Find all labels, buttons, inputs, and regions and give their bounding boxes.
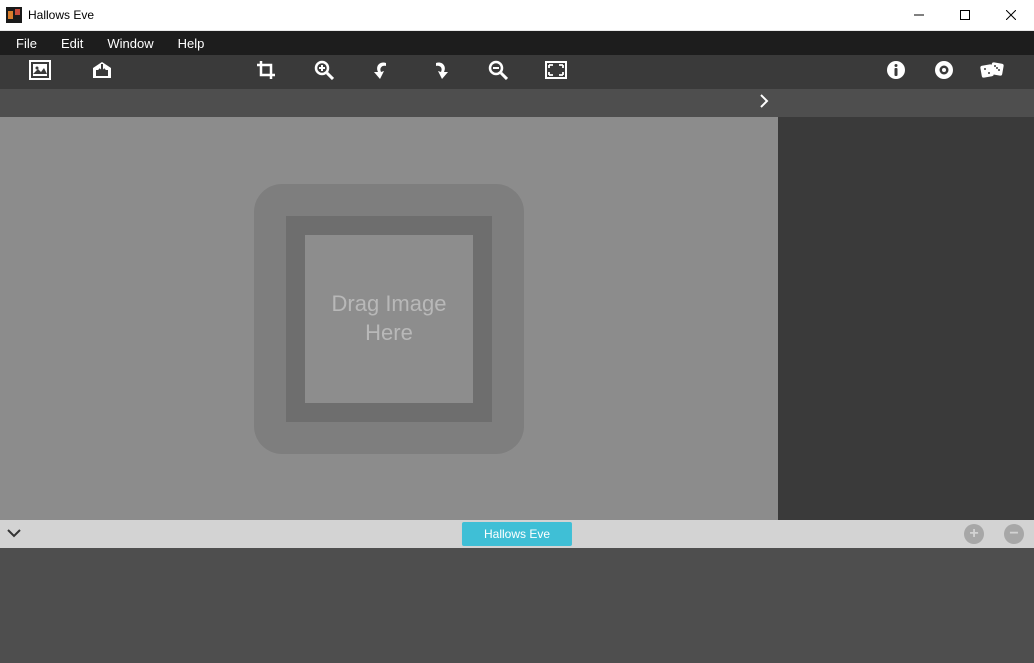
target-button[interactable]: [920, 55, 968, 89]
footer-plus-button[interactable]: +: [964, 524, 984, 544]
zoom-in-icon: [314, 60, 334, 85]
side-panel: [778, 117, 1034, 520]
theme-chip-label: Hallows Eve: [484, 527, 550, 541]
redo-button[interactable]: [418, 55, 462, 89]
drop-frame: Drag Image Here: [286, 216, 492, 422]
undo-icon: [372, 60, 392, 85]
zoom-out-button[interactable]: [476, 55, 520, 89]
canvas[interactable]: Drag Image Here: [0, 117, 778, 520]
redo-icon: [430, 60, 450, 85]
window-controls: [896, 0, 1034, 30]
menu-edit[interactable]: Edit: [49, 33, 95, 54]
info-icon: [886, 60, 906, 85]
zoom-out-icon: [488, 60, 508, 85]
drop-text: Drag Image Here: [332, 290, 447, 347]
footer-zoom-controls: + −: [964, 524, 1024, 544]
toolbar: [0, 55, 1034, 89]
fit-screen-button[interactable]: [534, 55, 578, 89]
menu-window[interactable]: Window: [95, 33, 165, 54]
minus-icon: −: [1009, 526, 1018, 542]
footer-collapse-button[interactable]: [0, 525, 28, 543]
dice-icon: [980, 60, 1004, 85]
plus-icon: +: [969, 526, 978, 542]
titlebar: Hallows Eve: [0, 0, 1034, 31]
info-button[interactable]: [872, 55, 920, 89]
menu-file[interactable]: File: [4, 33, 49, 54]
menu-help[interactable]: Help: [166, 33, 217, 54]
drop-text-line2: Here: [365, 320, 413, 345]
open-image-button[interactable]: [18, 55, 62, 89]
open-image-icon: [29, 60, 51, 85]
subbar: [0, 89, 1034, 117]
chevron-right-icon: [759, 94, 769, 113]
fit-screen-icon: [545, 61, 567, 84]
target-icon: [934, 60, 954, 85]
main-area: Drag Image Here: [0, 117, 1034, 520]
window-title: Hallows Eve: [28, 8, 896, 22]
crop-icon: [256, 60, 276, 85]
footer: Hallows Eve + −: [0, 520, 1034, 548]
save-button[interactable]: [80, 55, 124, 89]
dice-button[interactable]: [968, 55, 1016, 89]
close-button[interactable]: [988, 0, 1034, 30]
zoom-in-button[interactable]: [302, 55, 346, 89]
undo-button[interactable]: [360, 55, 404, 89]
drop-target[interactable]: Drag Image Here: [254, 184, 524, 454]
drop-text-line1: Drag Image: [332, 291, 447, 316]
minimize-button[interactable]: [896, 0, 942, 30]
crop-button[interactable]: [244, 55, 288, 89]
drop-inner: Drag Image Here: [305, 235, 473, 403]
chevron-down-icon: [7, 525, 21, 543]
expand-panel-button[interactable]: [754, 93, 774, 113]
save-icon: [91, 60, 113, 85]
bottom-dock: [0, 548, 1034, 663]
maximize-button[interactable]: [942, 0, 988, 30]
theme-chip[interactable]: Hallows Eve: [462, 522, 572, 546]
menubar: File Edit Window Help: [0, 31, 1034, 55]
app-icon: [6, 7, 22, 23]
footer-minus-button[interactable]: −: [1004, 524, 1024, 544]
